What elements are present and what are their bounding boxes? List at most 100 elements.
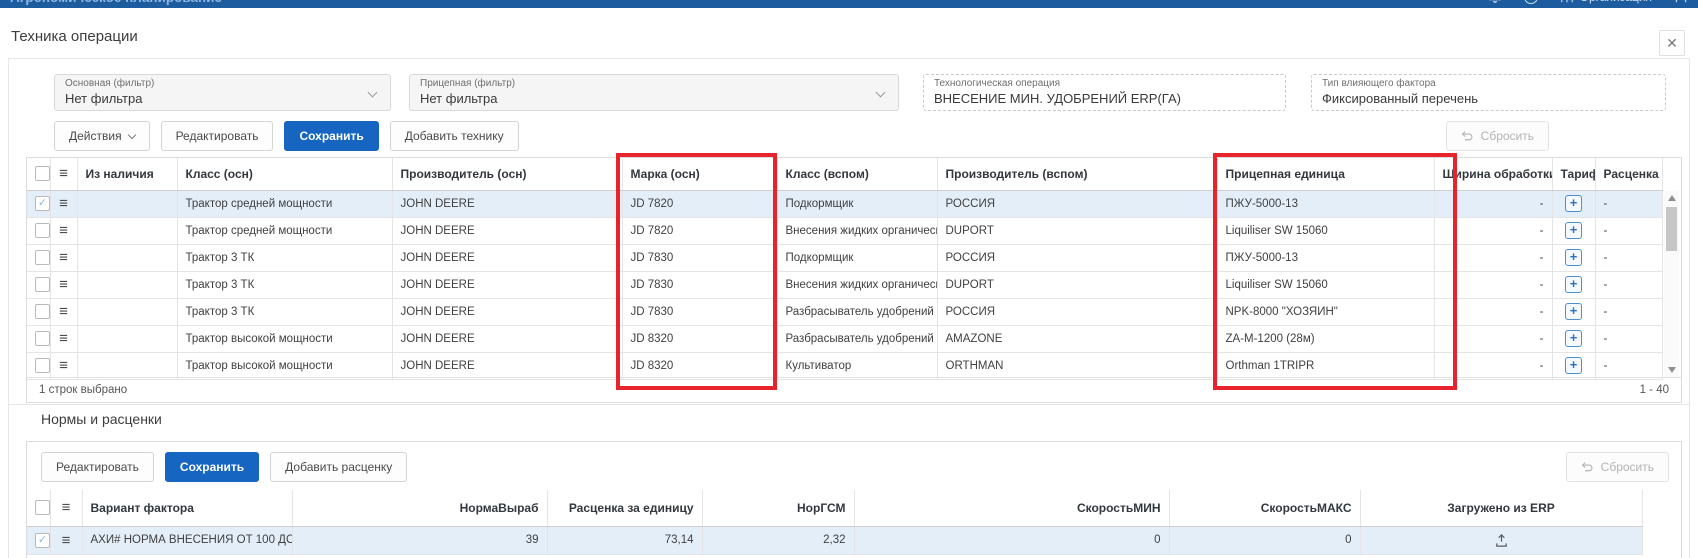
tariff-add-icon[interactable]: +: [1565, 357, 1582, 374]
row-checkbox[interactable]: [35, 277, 50, 292]
table-row[interactable]: ≡ Трактор высокой мощности JOHN DEERE JD…: [27, 352, 1662, 379]
drag-handle-icon[interactable]: ≡: [59, 276, 68, 293]
tariff-add-icon[interactable]: +: [1565, 276, 1582, 293]
drag-handle-icon[interactable]: ≡: [59, 249, 68, 266]
actions-menu-button[interactable]: Действия: [54, 121, 150, 151]
row-checkbox[interactable]: [35, 533, 50, 548]
cell-pricepnaya-edinitsa: ПЖУ-5000-13: [1217, 244, 1434, 271]
drag-handle-icon[interactable]: ≡: [59, 303, 68, 320]
cell-shirina-obrabotki: -: [1434, 325, 1552, 352]
cell-rascenka: -: [1595, 298, 1662, 325]
uploaded-from-erp-icon[interactable]: [1494, 533, 1509, 548]
drag-handle-icon[interactable]: ≡: [62, 532, 71, 549]
scrollbar-thumb[interactable]: [1666, 207, 1677, 251]
col-marka-osn[interactable]: Марка (осн): [622, 158, 777, 190]
add-equipment-button[interactable]: Добавить технику: [390, 121, 519, 151]
col-skorost-max[interactable]: СкоростьМАКС: [1169, 490, 1360, 526]
page-title: Техника операции: [11, 28, 138, 45]
cell-proizvoditel-osn: JOHN DEERE: [392, 271, 622, 298]
cell-iz-nalichiya: [77, 217, 177, 244]
notifications-button[interactable]: [1488, 0, 1502, 4]
col-klass-osn[interactable]: Класс (осн): [177, 158, 392, 190]
drag-handle-icon[interactable]: ≡: [59, 357, 68, 374]
trailer-filter-value: Нет фильтра: [420, 90, 888, 107]
tariff-add-icon[interactable]: +: [1565, 249, 1582, 266]
drag-handle-icon[interactable]: ≡: [59, 222, 68, 239]
cell-skorost-max: 0: [1169, 526, 1360, 554]
row-checkbox[interactable]: [35, 331, 50, 346]
cell-klass-vspom: Подкормщик: [777, 190, 937, 217]
trailer-filter-select[interactable]: Прицепная (фильтр) Нет фильтра: [409, 74, 899, 111]
cell-proizvoditel-osn: JOHN DEERE: [392, 244, 622, 271]
reset-icon: [1581, 461, 1594, 474]
bell-icon: [1488, 0, 1502, 4]
tariff-add-icon[interactable]: +: [1565, 330, 1582, 347]
reset-button[interactable]: Сбросить: [1446, 121, 1549, 151]
add-rate-button[interactable]: Добавить расценку: [270, 452, 407, 482]
cell-variant-faktora: АХИ# НОРМА ВНЕСЕНИЯ ОТ 100 ДО 150: [82, 526, 292, 554]
tariff-add-icon[interactable]: +: [1565, 303, 1582, 320]
col-proizvoditel-vspom[interactable]: Производитель (вспом): [937, 158, 1217, 190]
tech-operation-field: Технологическая операция ВНЕСЕНИЕ МИН. У…: [923, 74, 1286, 111]
col-skorost-min[interactable]: СкоростьМИН: [854, 490, 1169, 526]
edit-button[interactable]: Редактировать: [161, 121, 274, 151]
row-checkbox[interactable]: [35, 358, 50, 373]
col-variant-faktora[interactable]: Вариант фактора: [82, 490, 292, 526]
tariff-add-icon[interactable]: +: [1565, 222, 1582, 239]
cell-iz-nalichiya: [77, 244, 177, 271]
save-button[interactable]: Сохранить: [284, 121, 378, 151]
section-divider: [9, 404, 1689, 405]
drag-handle-icon[interactable]: ≡: [59, 195, 68, 212]
cell-marka-osn: JD 7820: [622, 190, 777, 217]
col-klass-vspom[interactable]: Класс (вспом): [777, 158, 937, 190]
col-nor-gsm[interactable]: НорГСМ: [702, 490, 854, 526]
cell-pricepnaya-edinitsa: NPK-8000 "ХОЗЯИН": [1217, 298, 1434, 325]
close-button[interactable]: ✕: [1659, 30, 1685, 56]
table-row[interactable]: ≡ Трактор 3 ТК JOHN DEERE JD 7830 Разбра…: [27, 298, 1662, 325]
user-menu[interactable]: [1674, 0, 1688, 4]
col-proizvoditel-osn[interactable]: Производитель (осн): [392, 158, 622, 190]
row-checkbox[interactable]: [35, 304, 50, 319]
row-checkbox[interactable]: [35, 196, 50, 211]
col-pricepnaya-edinitsa[interactable]: Прицепная единица: [1217, 158, 1434, 190]
cell-proizvoditel-vspom: РОССИЯ: [937, 298, 1217, 325]
row-checkbox[interactable]: [35, 250, 50, 265]
rates-reset-button[interactable]: Сбросить: [1566, 452, 1669, 482]
rates-edit-button[interactable]: Редактировать: [41, 452, 154, 482]
scroll-up-icon[interactable]: [1668, 195, 1676, 201]
row-checkbox[interactable]: [35, 223, 50, 238]
scroll-down-icon[interactable]: [1668, 367, 1676, 373]
col-rascenka[interactable]: Расценка за н: [1595, 158, 1662, 190]
col-zagruzheno-erp[interactable]: Загружено из ERP: [1360, 490, 1642, 526]
cell-rascenka: -: [1595, 217, 1662, 244]
cell-norma-vyrab: 39: [292, 526, 547, 554]
cell-rascenka: -: [1595, 352, 1662, 379]
main-filter-select[interactable]: Основная (фильтр) Нет фильтра: [54, 74, 391, 111]
cell-proizvoditel-osn: JOHN DEERE: [392, 190, 622, 217]
equipment-header-row: ≡ Из наличия Класс (осн) Производитель (…: [27, 158, 1662, 190]
tariff-add-icon[interactable]: +: [1565, 195, 1582, 212]
cell-marka-osn: JD 7830: [622, 298, 777, 325]
help-button[interactable]: ?: [1524, 0, 1538, 4]
table-row[interactable]: ≡ Трактор средней мощности JOHN DEERE JD…: [27, 217, 1662, 244]
rates-save-button[interactable]: Сохранить: [165, 452, 259, 482]
select-all-checkbox[interactable]: [35, 500, 50, 515]
cell-pricepnaya-edinitsa: ПЖУ-5000-13: [1217, 190, 1434, 217]
col-iz-nalichiya[interactable]: Из наличия: [77, 158, 177, 190]
drag-handle-icon[interactable]: ≡: [59, 330, 68, 347]
table-row[interactable]: ≡ Трактор 3 ТК JOHN DEERE JD 7830 Подкор…: [27, 244, 1662, 271]
col-rascenka-za-edinicu[interactable]: Расценка за единицу: [547, 490, 702, 526]
col-tarif[interactable]: Тарифн: [1552, 158, 1595, 190]
table-row[interactable]: ≡ Трактор 3 ТК JOHN DEERE JD 7830 Внесен…: [27, 271, 1662, 298]
col-shirina-obrabotki[interactable]: Ширина обработки: [1434, 158, 1552, 190]
cell-klass-osn: Трактор 3 ТК: [177, 298, 392, 325]
organization-menu[interactable]: Организация: [1560, 0, 1652, 4]
select-all-checkbox[interactable]: [35, 166, 50, 181]
vertical-scrollbar[interactable]: [1664, 191, 1679, 377]
col-norma-vyrab[interactable]: НормаВыраб: [292, 490, 547, 526]
cell-iz-nalichiya: [77, 190, 177, 217]
drag-handle-icon: ≡: [62, 499, 71, 516]
table-row[interactable]: ≡ АХИ# НОРМА ВНЕСЕНИЯ ОТ 100 ДО 150 39 7…: [27, 526, 1642, 554]
table-row[interactable]: ≡ Трактор высокой мощности JOHN DEERE JD…: [27, 325, 1662, 352]
table-row[interactable]: ≡ Трактор средней мощности JOHN DEERE JD…: [27, 190, 1662, 217]
